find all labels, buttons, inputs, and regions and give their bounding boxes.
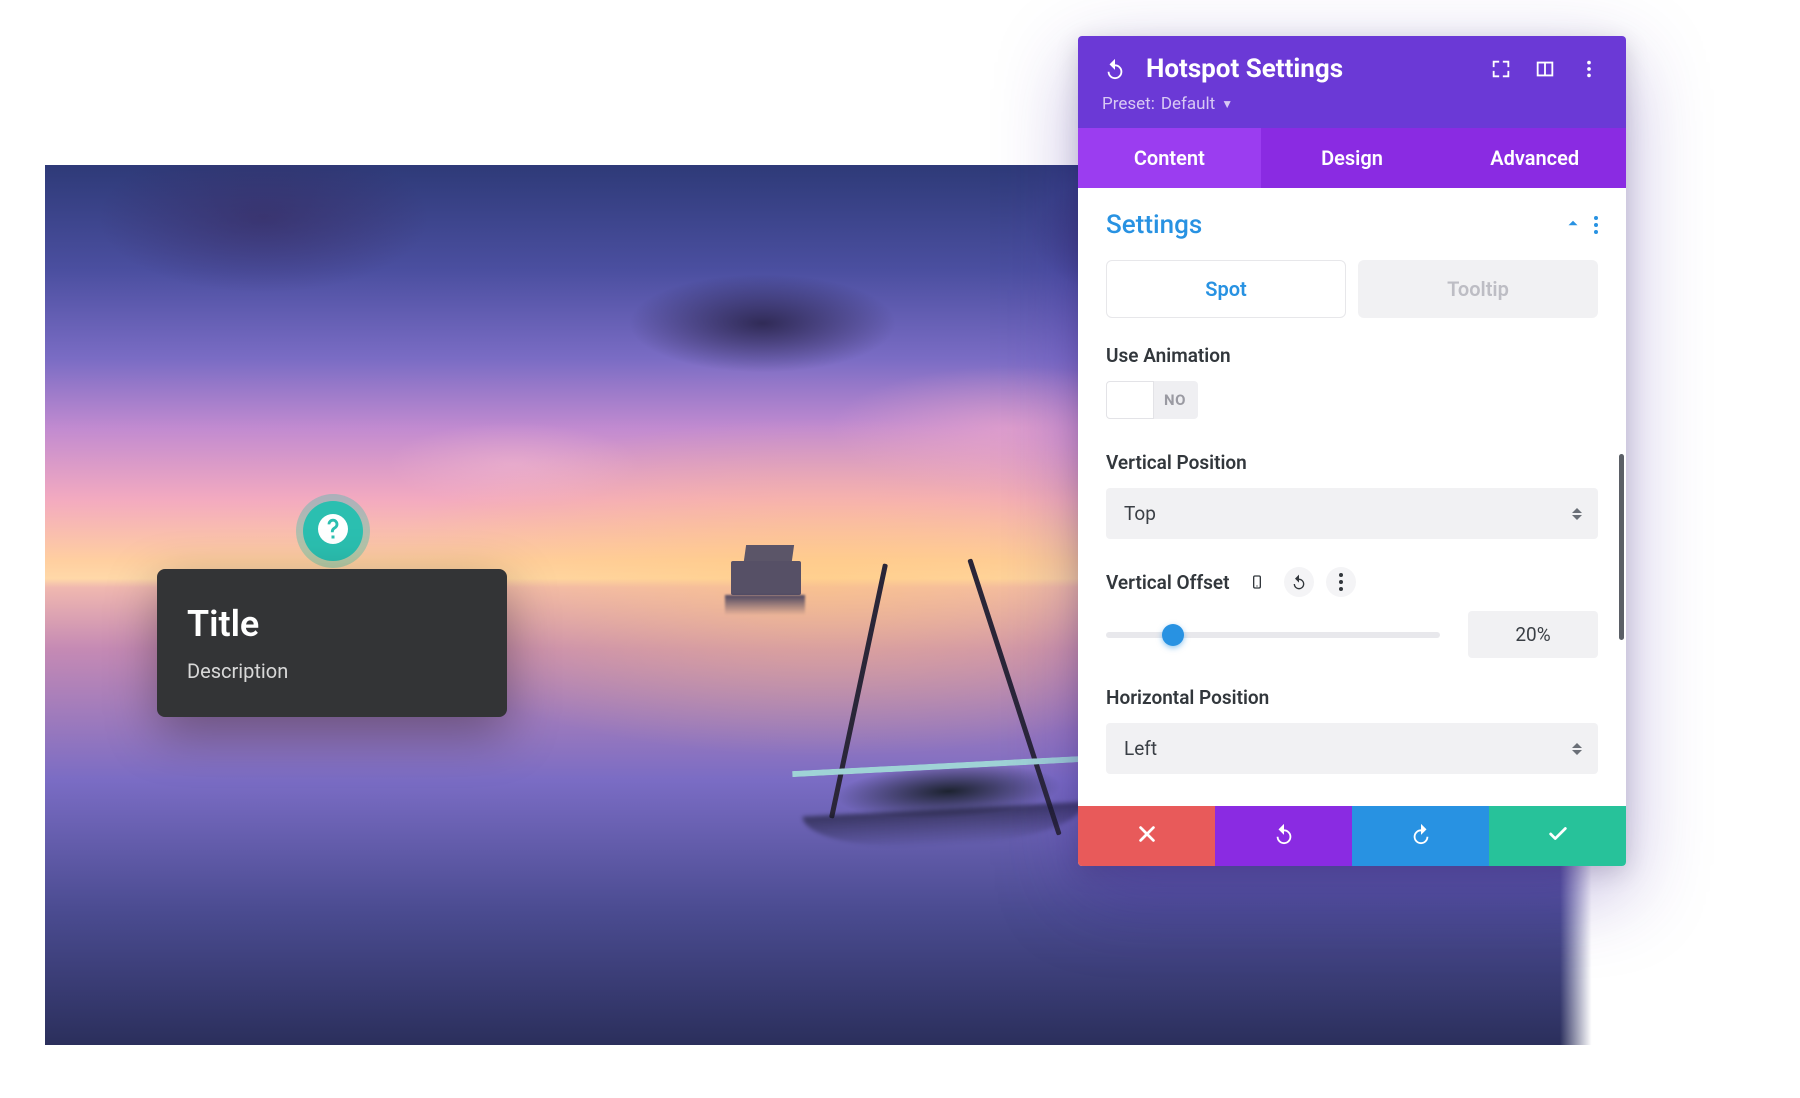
- chevron-down-icon: ▼: [1221, 97, 1233, 111]
- undo-header-icon[interactable]: [1102, 56, 1128, 82]
- vertical-position-select[interactable]: Top: [1106, 488, 1598, 539]
- use-animation-label: Use Animation: [1106, 344, 1598, 367]
- responsive-icon[interactable]: [1242, 567, 1272, 597]
- section-collapse-icon[interactable]: [1564, 214, 1582, 236]
- section-title: Settings: [1106, 210, 1202, 240]
- panel-title: Hotspot Settings: [1146, 54, 1470, 84]
- tab-advanced[interactable]: Advanced: [1443, 128, 1626, 188]
- hotspot-marker[interactable]: [303, 501, 363, 561]
- tooltip-description: Description: [187, 659, 477, 683]
- vertical-offset-value[interactable]: 20%: [1468, 611, 1598, 658]
- cancel-button[interactable]: [1078, 806, 1215, 866]
- hotspot-tooltip-card: Title Description: [157, 569, 507, 717]
- slider-thumb[interactable]: [1162, 624, 1184, 646]
- field-horizontal-position: Horizontal Position Left: [1106, 686, 1598, 774]
- toggle-value: NO: [1164, 391, 1186, 409]
- horizontal-position-value: Left: [1124, 737, 1157, 760]
- section-header[interactable]: Settings: [1106, 210, 1598, 240]
- subtab-tooltip[interactable]: Tooltip: [1358, 260, 1598, 318]
- fullscreen-icon[interactable]: [1488, 56, 1514, 82]
- tab-content[interactable]: Content: [1078, 128, 1261, 188]
- panel-header: Hotspot Settings Preset: Default ▼: [1078, 36, 1626, 128]
- vertical-position-label: Vertical Position: [1106, 451, 1598, 474]
- field-more-icon[interactable]: [1326, 567, 1356, 597]
- preset-prefix: Preset:: [1102, 94, 1155, 114]
- toggle-knob: [1106, 381, 1154, 419]
- use-animation-toggle[interactable]: NO: [1106, 381, 1198, 419]
- question-icon: [315, 511, 351, 551]
- save-button[interactable]: [1489, 806, 1626, 866]
- preset-value: Default: [1161, 94, 1215, 114]
- tab-design[interactable]: Design: [1261, 128, 1444, 188]
- vertical-offset-slider[interactable]: [1106, 632, 1440, 638]
- more-header-icon[interactable]: [1576, 56, 1602, 82]
- settings-panel: Hotspot Settings Preset: Default ▼ Conte…: [1078, 36, 1626, 866]
- scrollbar[interactable]: [1619, 454, 1624, 640]
- preset-selector[interactable]: Preset: Default ▼: [1102, 94, 1602, 114]
- vertical-position-value: Top: [1124, 502, 1156, 525]
- redo-button[interactable]: [1352, 806, 1489, 866]
- split-view-icon[interactable]: [1532, 56, 1558, 82]
- main-tabs: Content Design Advanced: [1078, 128, 1626, 188]
- field-vertical-position: Vertical Position Top: [1106, 451, 1598, 539]
- undo-button[interactable]: [1215, 806, 1352, 866]
- horizontal-position-select[interactable]: Left: [1106, 723, 1598, 774]
- select-caret-icon: [1572, 743, 1582, 755]
- field-vertical-offset: Vertical Offset 20%: [1106, 567, 1598, 658]
- subtab-spot[interactable]: Spot: [1106, 260, 1346, 318]
- undo-icon: [1273, 823, 1295, 849]
- tooltip-title: Title: [187, 603, 477, 645]
- check-icon: [1547, 823, 1569, 849]
- section-more-icon[interactable]: [1594, 216, 1598, 234]
- sub-tabs: Spot Tooltip: [1106, 260, 1598, 318]
- field-use-animation: Use Animation NO: [1106, 344, 1598, 423]
- reset-icon[interactable]: [1284, 567, 1314, 597]
- vertical-offset-label: Vertical Offset: [1106, 571, 1230, 594]
- panel-footer: [1078, 806, 1626, 866]
- horizontal-position-label: Horizontal Position: [1106, 686, 1598, 709]
- close-icon: [1136, 823, 1158, 849]
- select-caret-icon: [1572, 508, 1582, 520]
- panel-body: Settings Spot Tooltip Use Animation NO V…: [1078, 188, 1626, 806]
- redo-icon: [1410, 823, 1432, 849]
